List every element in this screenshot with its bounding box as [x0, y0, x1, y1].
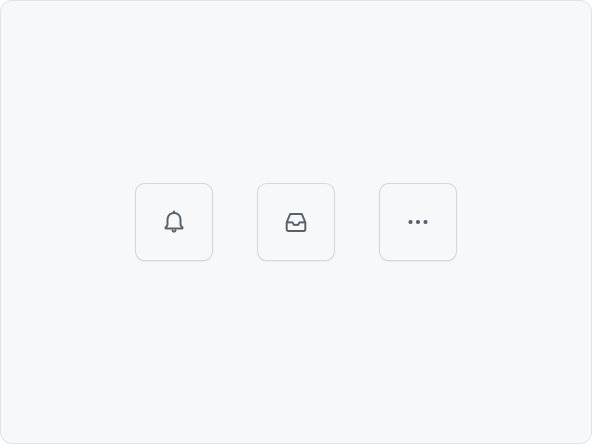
notifications-button[interactable] [135, 183, 213, 261]
kebab-horizontal-icon [402, 206, 434, 238]
inbox-button[interactable] [257, 183, 335, 261]
bell-icon [158, 206, 190, 238]
inbox-icon [280, 206, 312, 238]
more-options-button[interactable] [379, 183, 457, 261]
icon-toolbar-panel [0, 0, 592, 444]
